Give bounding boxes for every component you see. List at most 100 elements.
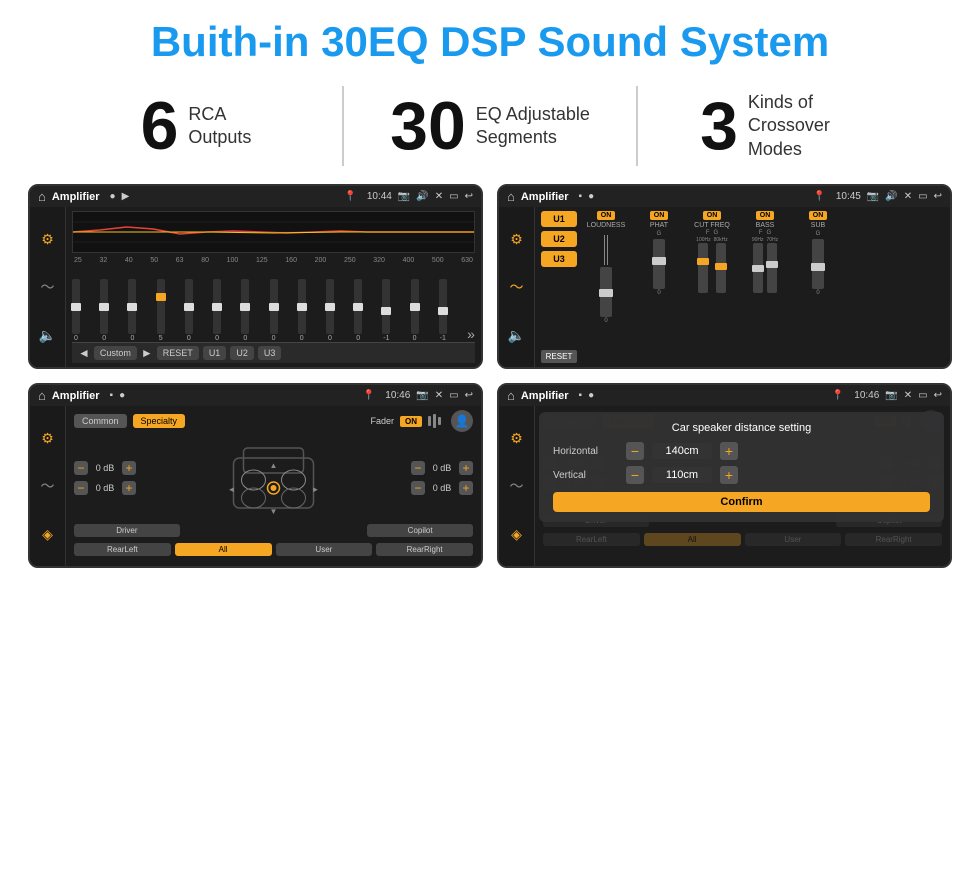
distance-sidebar: ⚙ 〜 ◈ [499, 406, 535, 566]
fader-tabs-row: Common Specialty Fader ON 👤 [74, 410, 473, 432]
fader-on-button[interactable]: ON [400, 416, 422, 427]
fader-main: Common Specialty Fader ON 👤 − [66, 406, 481, 566]
fader-sidebar-speaker-icon[interactable]: ◈ [36, 522, 60, 546]
crossover-sidebar-eq-icon[interactable]: ⚙ [505, 227, 529, 251]
crossover-sidebar-speaker-icon[interactable]: 🔈 [505, 323, 529, 347]
vol-control-2: − 0 dB + [411, 461, 473, 475]
eq-camera-icon: 📷 [398, 191, 410, 202]
stat-rca-number: 6 [141, 92, 179, 160]
eq-sidebar-wave-icon[interactable]: 〜 [36, 275, 60, 299]
crossover-dot1-icon: ▪ [579, 191, 583, 202]
fader-bottom-buttons: Driver Copilot [74, 524, 473, 537]
sub-on-button[interactable]: ON [809, 211, 828, 220]
home-icon[interactable]: ⌂ [38, 189, 46, 204]
loudness-on-button[interactable]: ON [597, 211, 616, 220]
fader-right-controls: − 0 dB + − 0 dB + [411, 461, 473, 495]
eq-main: 25 32 40 50 63 80 100 125 160 200 250 32… [66, 207, 481, 367]
eq-rect-icon: ▭ [449, 191, 458, 202]
eq-slider-7: 0 [270, 279, 278, 342]
horizontal-minus-button[interactable]: − [626, 442, 644, 460]
copilot-button[interactable]: Copilot [367, 524, 473, 537]
crossover-main: U1 U2 U3 RESET ON LOUDNESS [535, 207, 950, 367]
horizontal-plus-button[interactable]: + [720, 442, 738, 460]
phat-on-button[interactable]: ON [650, 211, 669, 220]
vol-plus-2[interactable]: + [459, 461, 473, 475]
driver-button[interactable]: Driver [74, 524, 180, 537]
cutfreq-on-button[interactable]: ON [703, 211, 722, 220]
eq-prev-button[interactable]: ◄ [78, 346, 90, 360]
fader-controls: − 0 dB + − 0 dB + [74, 438, 473, 518]
eq-next-button[interactable]: ► [141, 346, 153, 360]
vol-plus-0[interactable]: + [122, 461, 136, 475]
eq-slider-9: 0 [326, 279, 334, 342]
bass-on-button[interactable]: ON [756, 211, 775, 220]
eq-custom-button[interactable]: Custom [94, 346, 137, 360]
fader-specialty-tab[interactable]: Specialty [133, 414, 186, 428]
distance-sidebar-eq-icon[interactable]: ⚙ [505, 426, 529, 450]
fader-body: ⚙ 〜 ◈ Common Specialty Fader ON 👤 [30, 406, 481, 566]
fader-sidebar-eq-icon[interactable]: ⚙ [36, 426, 60, 450]
vol-minus-2[interactable]: − [411, 461, 425, 475]
rearleft-button[interactable]: RearLeft [74, 543, 171, 556]
crossover-home-icon[interactable]: ⌂ [507, 189, 515, 204]
vol-minus-1[interactable]: − [74, 481, 88, 495]
vol-minus-3[interactable]: − [411, 481, 425, 495]
distance-time: 10:46 [854, 390, 879, 401]
crossover-time: 10:45 [836, 191, 861, 202]
fader-person-icon: 👤 [451, 410, 473, 432]
u1-button[interactable]: U1 [541, 211, 577, 227]
u2-button[interactable]: U2 [541, 231, 577, 247]
distance-screen: ⌂ Amplifier ▪ ● 📍 10:46 📷 ✕ ▭ ↩ ⚙ 〜 ◈ Co… [497, 383, 952, 568]
eq-slider-6: 0 [241, 279, 249, 342]
crossover-sidebar-wave-icon[interactable]: 〜 [505, 275, 529, 299]
stat-crossover: 3 Kinds of Crossover Modes [648, 91, 920, 161]
vol-minus-0[interactable]: − [74, 461, 88, 475]
confirm-button[interactable]: Confirm [553, 492, 930, 512]
crossover-dot2-icon: ● [588, 191, 594, 202]
vertical-value: 110cm [652, 467, 712, 483]
svg-text:►: ► [312, 485, 320, 494]
fader-camera-icon: 📷 [416, 390, 428, 401]
eq-u3-button[interactable]: U3 [258, 346, 282, 360]
fader-dot1-icon: ▪ [110, 390, 114, 401]
vol-control-0: − 0 dB + [74, 461, 136, 475]
distance-dialog-title: Car speaker distance setting [553, 422, 930, 434]
horizontal-value: 140cm [652, 443, 712, 459]
fader-sidebar: ⚙ 〜 ◈ [30, 406, 66, 566]
sub-label: SUB [811, 222, 825, 229]
fader-home-icon[interactable]: ⌂ [38, 388, 46, 403]
all-button[interactable]: All [175, 543, 272, 556]
eq-sidebar-speaker-icon[interactable]: 🔈 [36, 323, 60, 347]
user-button[interactable]: User [276, 543, 373, 556]
expand-icon[interactable]: » [467, 326, 475, 342]
eq-topbar: ⌂ Amplifier ● ▶ 📍 10:44 📷 🔊 ✕ ▭ ↩ [30, 186, 481, 207]
fader-back-icon[interactable]: ↩ [465, 390, 473, 401]
cutfreq-label: CUT FREQ [694, 222, 730, 229]
fader-sidebar-wave-icon[interactable]: 〜 [36, 474, 60, 498]
distance-home-icon[interactable]: ⌂ [507, 388, 515, 403]
crossover-screen: ⌂ Amplifier ▪ ● 📍 10:45 📷 🔊 ✕ ▭ ↩ ⚙ 〜 🔈 … [497, 184, 952, 369]
page-title: Buith-in 30EQ DSP Sound System [0, 0, 980, 76]
fader-common-tab[interactable]: Common [74, 414, 127, 428]
vol-plus-3[interactable]: + [459, 481, 473, 495]
distance-sidebar-wave-icon[interactable]: 〜 [505, 474, 529, 498]
crossover-back-icon[interactable]: ↩ [934, 191, 942, 202]
eq-sidebar-eq-icon[interactable]: ⚙ [36, 227, 60, 251]
stat-eq-number: 30 [390, 92, 466, 160]
eq-reset-button[interactable]: RESET [157, 346, 199, 360]
vol-plus-1[interactable]: + [122, 481, 136, 495]
eq-slider-0: 0 [72, 279, 80, 342]
distance-back-icon[interactable]: ↩ [934, 390, 942, 401]
crossover-reset-button[interactable]: RESET [541, 350, 577, 363]
vertical-plus-button[interactable]: + [720, 466, 738, 484]
distance-sidebar-speaker-icon[interactable]: ◈ [505, 522, 529, 546]
vertical-minus-button[interactable]: − [626, 466, 644, 484]
eq-u1-button[interactable]: U1 [203, 346, 227, 360]
eq-u2-button[interactable]: U2 [230, 346, 254, 360]
eq-back-icon[interactable]: ↩ [465, 191, 473, 202]
stat-eq: 30 EQ Adjustable Segments [354, 92, 626, 160]
crossover-channels: ON LOUDNESS 0 [581, 211, 944, 363]
vol-control-1: − 0 dB + [74, 481, 136, 495]
rearright-button[interactable]: RearRight [376, 543, 473, 556]
u3-button[interactable]: U3 [541, 251, 577, 267]
